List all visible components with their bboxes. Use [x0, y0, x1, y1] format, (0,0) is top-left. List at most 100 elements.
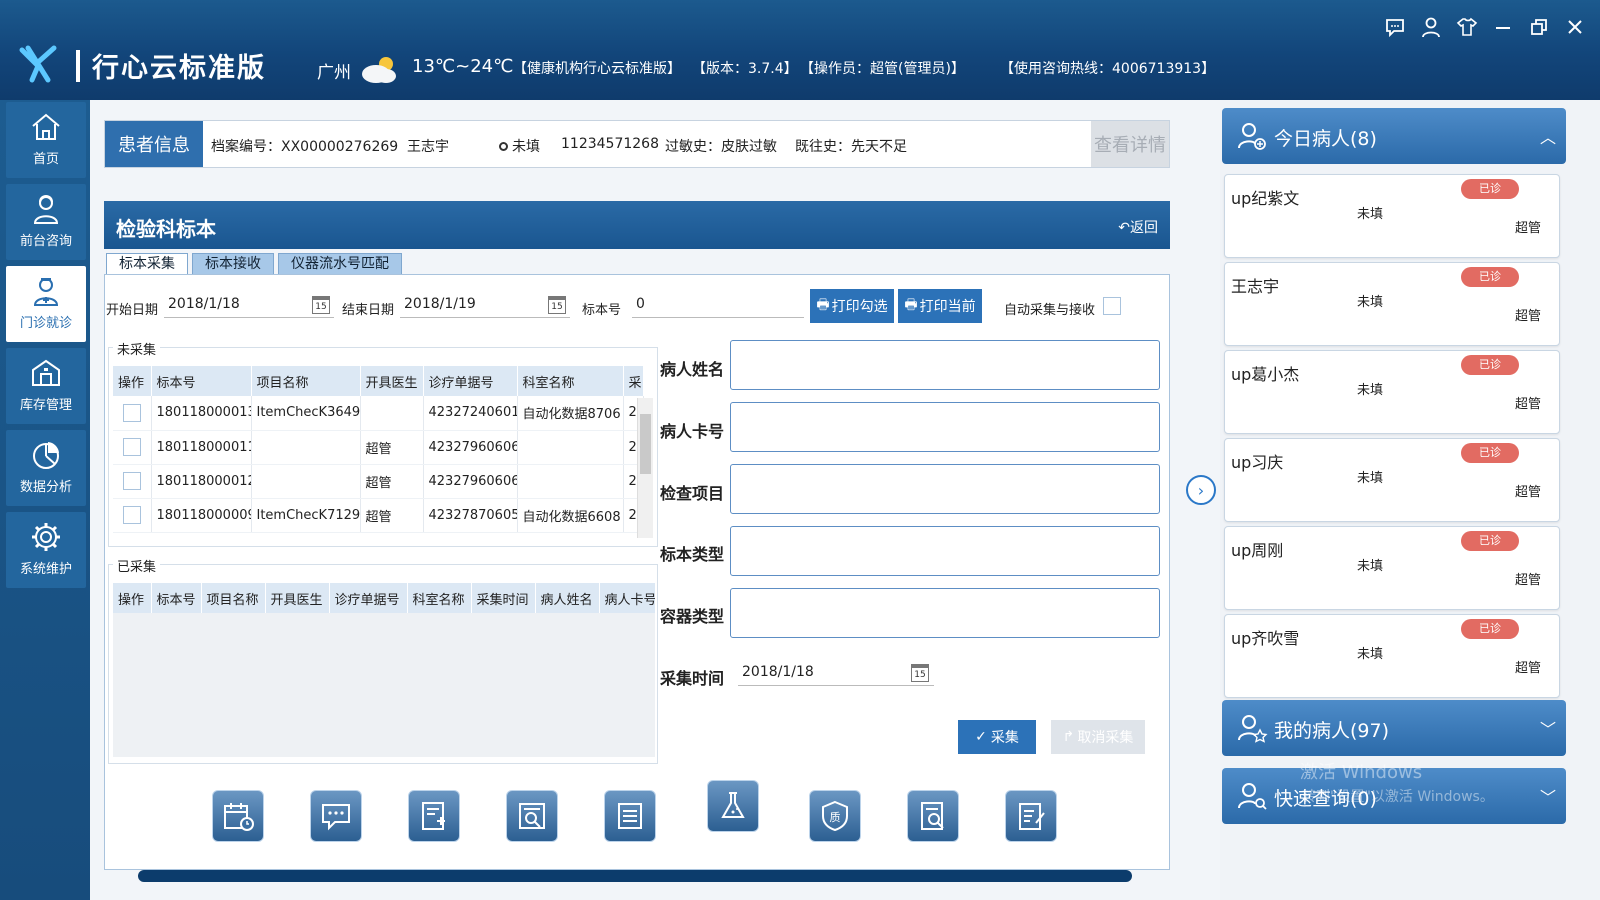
end-date-input[interactable]: 2018/1/19: [400, 292, 570, 318]
column-header[interactable]: 诊疗单据号: [423, 366, 518, 396]
chevron-down-icon[interactable]: ﹀: [1540, 784, 1556, 808]
tool-inspection-items[interactable]: 检验项目...: [888, 790, 978, 869]
row-checkbox[interactable]: [123, 472, 141, 490]
tool-general-check[interactable]: 总检: [585, 790, 675, 869]
column-header[interactable]: 采: [623, 366, 644, 396]
tool-label: 预约日历: [211, 854, 264, 869]
table-row[interactable]: 180118000013 ItemChecK3649 42327240601 自…: [113, 396, 644, 431]
nav-system[interactable]: 系统维护: [6, 512, 86, 588]
column-header[interactable]: 项目名称: [251, 366, 361, 396]
logo-divider: [76, 50, 80, 82]
calendar-icon[interactable]: 15: [548, 296, 566, 314]
specimen-number-input[interactable]: 0: [632, 292, 804, 318]
tool-qc[interactable]: 质 QC质控: [790, 790, 880, 869]
row-checkbox[interactable]: [123, 438, 141, 456]
horizontal-scrollbar[interactable]: [138, 870, 1132, 882]
table-header-row: 操作 标本号 项目名称 开具医生 诊疗单据号 科室名称 采集时间 病人姓名 病人…: [113, 583, 656, 613]
nav-home[interactable]: 首页: [6, 102, 86, 178]
column-header[interactable]: 标本号: [151, 366, 252, 396]
nav-outpatient[interactable]: 门诊就诊: [6, 266, 86, 342]
chevron-up-icon[interactable]: ︿: [1540, 124, 1556, 148]
auto-collect-checkbox[interactable]: [1103, 297, 1121, 315]
vertical-scrollbar[interactable]: [637, 398, 653, 538]
collect-button[interactable]: ✓ 采集: [958, 720, 1036, 754]
print-selected-button[interactable]: 🖶 打印勾选: [810, 289, 894, 323]
column-header[interactable]: 操作: [113, 366, 152, 396]
row-select-cell[interactable]: [113, 396, 152, 431]
column-header[interactable]: 诊疗单据号: [329, 583, 408, 613]
column-header[interactable]: 病人姓名: [535, 583, 600, 613]
column-header[interactable]: 操作: [113, 583, 152, 613]
patient-card-field[interactable]: [730, 402, 1160, 452]
left-nav: 首页 前台咨询 门诊就诊 库存管理 数据分析 系统维护: [0, 100, 90, 900]
patient-card[interactable]: up齐吹雪 未填 超管 已诊: [1224, 614, 1560, 698]
patient-card[interactable]: up习庆 未填 超管 已诊: [1224, 438, 1560, 522]
cancel-collect-button[interactable]: ↱ 取消采集: [1051, 720, 1145, 754]
message-icon[interactable]: [1382, 14, 1408, 40]
row-select-cell[interactable]: [113, 430, 152, 465]
print-current-button[interactable]: 🖶 打印当前: [898, 289, 982, 323]
column-header[interactable]: 项目名称: [201, 583, 266, 613]
collect-time-value: 2018/1/18: [742, 664, 814, 680]
calendar-icon[interactable]: 15: [312, 296, 330, 314]
column-header[interactable]: 科室名称: [407, 583, 472, 613]
receptionist-icon: [33, 195, 59, 224]
column-header[interactable]: 科室名称: [517, 366, 624, 396]
container-type-label: 容器类型: [660, 607, 725, 626]
patient-card[interactable]: up葛小杰 未填 超管 已诊: [1224, 350, 1560, 434]
org-label: 【健康机构行心云标准版】: [513, 61, 681, 77]
patient-card[interactable]: up周刚 未填 超管 已诊: [1224, 526, 1560, 610]
close-icon[interactable]: [1562, 14, 1588, 40]
auto-collect-label: 自动采集与接收: [1004, 303, 1096, 318]
my-patients-header[interactable]: 我的病人(97) ﹀: [1222, 700, 1566, 756]
column-header[interactable]: 标本号: [151, 583, 202, 613]
tab-specimen-receive[interactable]: 标本接收: [192, 253, 274, 275]
patient-card[interactable]: 王志宇 未填 超管 已诊: [1224, 262, 1560, 346]
activation-watermark-text: 转到"设置"以激活 Windows。: [1302, 789, 1494, 805]
tool-appointment-calendar[interactable]: 预约日历: [193, 790, 283, 869]
skin-icon[interactable]: [1454, 14, 1480, 40]
tool-consultation[interactable]: 会诊建议: [291, 790, 381, 869]
view-details-button[interactable]: 查看详情: [1091, 121, 1169, 167]
table-row[interactable]: 180118000012 超管 42327960606 2: [113, 464, 644, 499]
column-header[interactable]: 开具医生: [360, 366, 424, 396]
patient-name-field[interactable]: [730, 340, 1160, 390]
temperature: 13℃~24℃: [412, 56, 514, 77]
row-checkbox[interactable]: [123, 403, 141, 422]
nav-inventory[interactable]: 库存管理: [6, 348, 86, 424]
row-checkbox[interactable]: [123, 506, 141, 524]
tool-order-execution[interactable]: 医嘱执行: [389, 790, 479, 869]
collect-time-input[interactable]: 2018/1/18: [738, 660, 934, 686]
cancel-collect-label: 取消采集: [1077, 730, 1134, 746]
back-button[interactable]: ↶返回: [1118, 217, 1158, 237]
minimize-icon[interactable]: [1490, 14, 1516, 40]
patient-card[interactable]: up纪紫文 未填 超管 已诊: [1224, 174, 1560, 258]
table-row[interactable]: 180118000009 ItemChecK7129 超管 4232787060…: [113, 498, 644, 533]
chevron-right-icon[interactable]: ›: [1186, 475, 1216, 505]
tab-instrument-match[interactable]: 仪器流水号匹配: [278, 253, 402, 275]
restore-icon[interactable]: [1526, 14, 1552, 40]
scrollbar-thumb[interactable]: [640, 414, 651, 474]
calendar-icon[interactable]: 15: [911, 664, 929, 682]
row-select-cell[interactable]: [113, 498, 152, 533]
nav-analytics[interactable]: 数据分析: [6, 430, 86, 506]
tool-department-check[interactable]: 科室分检: [487, 790, 577, 869]
row-select-cell[interactable]: [113, 464, 152, 499]
column-header[interactable]: 病人卡号: [599, 583, 656, 613]
column-header[interactable]: 开具医生: [265, 583, 330, 613]
start-date-input[interactable]: 2018/1/18: [164, 292, 334, 318]
today-patients-header[interactable]: 今日病人(8) ︿: [1222, 108, 1566, 164]
user-icon[interactable]: [1418, 14, 1444, 40]
tool-treatment-plan[interactable]: 治疗方案: [986, 790, 1076, 869]
container-type-field[interactable]: [730, 588, 1160, 638]
column-header[interactable]: 采集时间: [471, 583, 536, 613]
nav-reception[interactable]: 前台咨询: [6, 184, 86, 260]
patient-card-status: 未填: [1357, 383, 1384, 398]
chevron-down-icon[interactable]: ﹀: [1540, 716, 1556, 740]
specimen-type-field[interactable]: [730, 526, 1160, 576]
user-search-icon: [1238, 783, 1267, 810]
tool-lab-specimen[interactable]: 检验科标本: [688, 780, 778, 859]
table-row[interactable]: 180118000011 超管 42327960606 2: [113, 430, 644, 465]
tab-specimen-collect[interactable]: 标本采集: [106, 253, 188, 275]
exam-item-field[interactable]: [730, 464, 1160, 514]
